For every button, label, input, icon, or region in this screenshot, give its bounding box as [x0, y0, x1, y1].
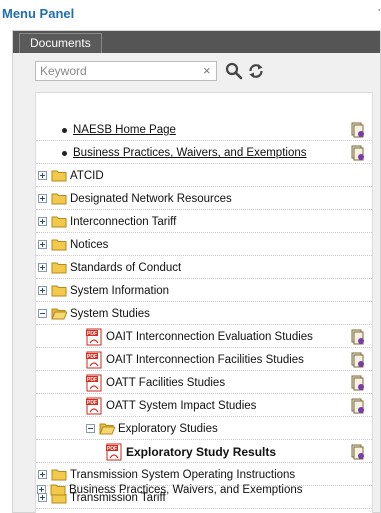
document-icon[interactable] — [351, 329, 364, 345]
pdf-label[interactable]: OATT System Impact Studies — [106, 395, 256, 417]
tree-pdf-item-selected[interactable]: PDF Exploratory Study Results — [36, 441, 372, 463]
document-icon[interactable] — [351, 145, 364, 161]
expand-icon[interactable] — [38, 171, 47, 180]
folder-label[interactable]: System Studies — [70, 303, 150, 325]
menu-panel-title: Menu Panel — [2, 6, 75, 21]
pdf-icon: PDF — [86, 351, 102, 369]
collapse-icon[interactable] — [38, 309, 47, 318]
pdf-icon: PDF — [86, 374, 102, 392]
tree-link-row: NAESB Home Page — [36, 119, 372, 141]
tab-bar: Documents — [13, 31, 380, 53]
search-input[interactable] — [35, 61, 217, 81]
menu-panel: Documents × NAESB Home Page — [12, 30, 381, 513]
tree-folder-business-practices[interactable]: Business Practices, Waivers, and Exempti… — [35, 479, 371, 501]
pdf-label[interactable]: Exploratory Study Results — [126, 441, 276, 463]
pdf-icon: PDF — [106, 443, 122, 461]
tree-folder-exploratory-studies[interactable]: Exploratory Studies — [36, 418, 372, 440]
folder-label[interactable]: Notices — [70, 234, 108, 256]
collapse-icon[interactable] — [86, 424, 95, 433]
bullet-icon — [62, 151, 67, 156]
folder-label[interactable]: Interconnection Tariff — [70, 211, 176, 233]
svg-text:PDF: PDF — [87, 354, 97, 360]
folder-label[interactable]: Business Practices, Waivers, and Exempti… — [69, 479, 303, 501]
folder-label[interactable]: Standards of Conduct — [70, 257, 181, 279]
pdf-label[interactable]: OATT Facilities Studies — [106, 372, 225, 394]
document-icon[interactable] — [351, 122, 364, 138]
refresh-icon[interactable] — [247, 62, 265, 80]
bullet-icon — [62, 128, 67, 133]
pdf-icon: PDF — [86, 397, 102, 415]
collapse-panel-icon[interactable]: · — [377, 4, 381, 16]
tree-folder-notices[interactable]: Notices — [36, 234, 372, 256]
expand-icon[interactable] — [38, 263, 47, 272]
pdf-label[interactable]: OAIT Interconnection Evaluation Studies — [106, 326, 313, 348]
folder-icon — [51, 239, 67, 251]
folder-icon — [51, 285, 67, 297]
folder-icon — [51, 216, 67, 228]
tab-documents[interactable]: Documents — [19, 33, 102, 53]
clear-search-icon[interactable]: × — [203, 63, 211, 78]
svg-text:PDF: PDF — [87, 400, 97, 406]
tree-folder-atcid[interactable]: ATCID — [36, 165, 372, 187]
folder-label[interactable]: Exploratory Studies — [118, 418, 218, 440]
folder-label[interactable]: Designated Network Resources — [70, 188, 232, 210]
document-icon[interactable] — [351, 398, 364, 414]
document-tree: NAESB Home Page Business Practices, Waiv… — [35, 92, 373, 513]
expand-icon[interactable] — [38, 470, 47, 479]
svg-text:PDF: PDF — [87, 377, 97, 383]
folder-open-icon — [51, 308, 67, 320]
tree-folder-standards-of-conduct[interactable]: Standards of Conduct — [36, 257, 372, 279]
tree-link-row: Business Practices, Waivers, and Exempti… — [36, 142, 372, 164]
search-row: × — [35, 61, 373, 81]
folder-label[interactable]: ATCID — [70, 165, 104, 187]
folder-label[interactable]: System Information — [70, 280, 169, 302]
tree-pdf-item[interactable]: PDF OATT Facilities Studies — [36, 372, 372, 394]
folder-icon — [51, 262, 67, 274]
search-icon[interactable] — [225, 62, 243, 80]
tree-pdf-item[interactable]: PDF OAIT Interconnection Facilities Stud… — [36, 349, 372, 371]
folder-icon — [50, 484, 66, 496]
folder-icon — [51, 170, 67, 182]
expand-icon[interactable] — [38, 217, 47, 226]
pdf-label[interactable]: OAIT Interconnection Facilities Studies — [106, 349, 304, 371]
tree-pdf-item[interactable]: PDF OAIT Interconnection Evaluation Stud… — [36, 326, 372, 348]
tree-folder-system-studies[interactable]: System Studies — [36, 303, 372, 325]
document-icon[interactable] — [351, 444, 364, 460]
expand-icon[interactable] — [38, 194, 47, 203]
svg-text:PDF: PDF — [87, 331, 97, 337]
svg-text:PDF: PDF — [107, 446, 117, 452]
naesb-home-page-link[interactable]: NAESB Home Page — [73, 119, 176, 141]
folder-open-icon — [99, 423, 115, 435]
tree-folder-designated-network-resources[interactable]: Designated Network Resources — [36, 188, 372, 210]
expand-icon[interactable] — [37, 485, 46, 494]
tree-folder-interconnection-tariff[interactable]: Interconnection Tariff — [36, 211, 372, 233]
business-practices-link[interactable]: Business Practices, Waivers, and Exempti… — [73, 142, 307, 164]
pdf-icon: PDF — [86, 328, 102, 346]
tree-pdf-item[interactable]: PDF OATT System Impact Studies — [36, 395, 372, 417]
folder-icon — [51, 193, 67, 205]
document-icon[interactable] — [351, 375, 364, 391]
expand-icon[interactable] — [38, 240, 47, 249]
tree-folder-system-information[interactable]: System Information — [36, 280, 372, 302]
expand-icon[interactable] — [38, 286, 47, 295]
document-icon[interactable] — [351, 352, 364, 368]
